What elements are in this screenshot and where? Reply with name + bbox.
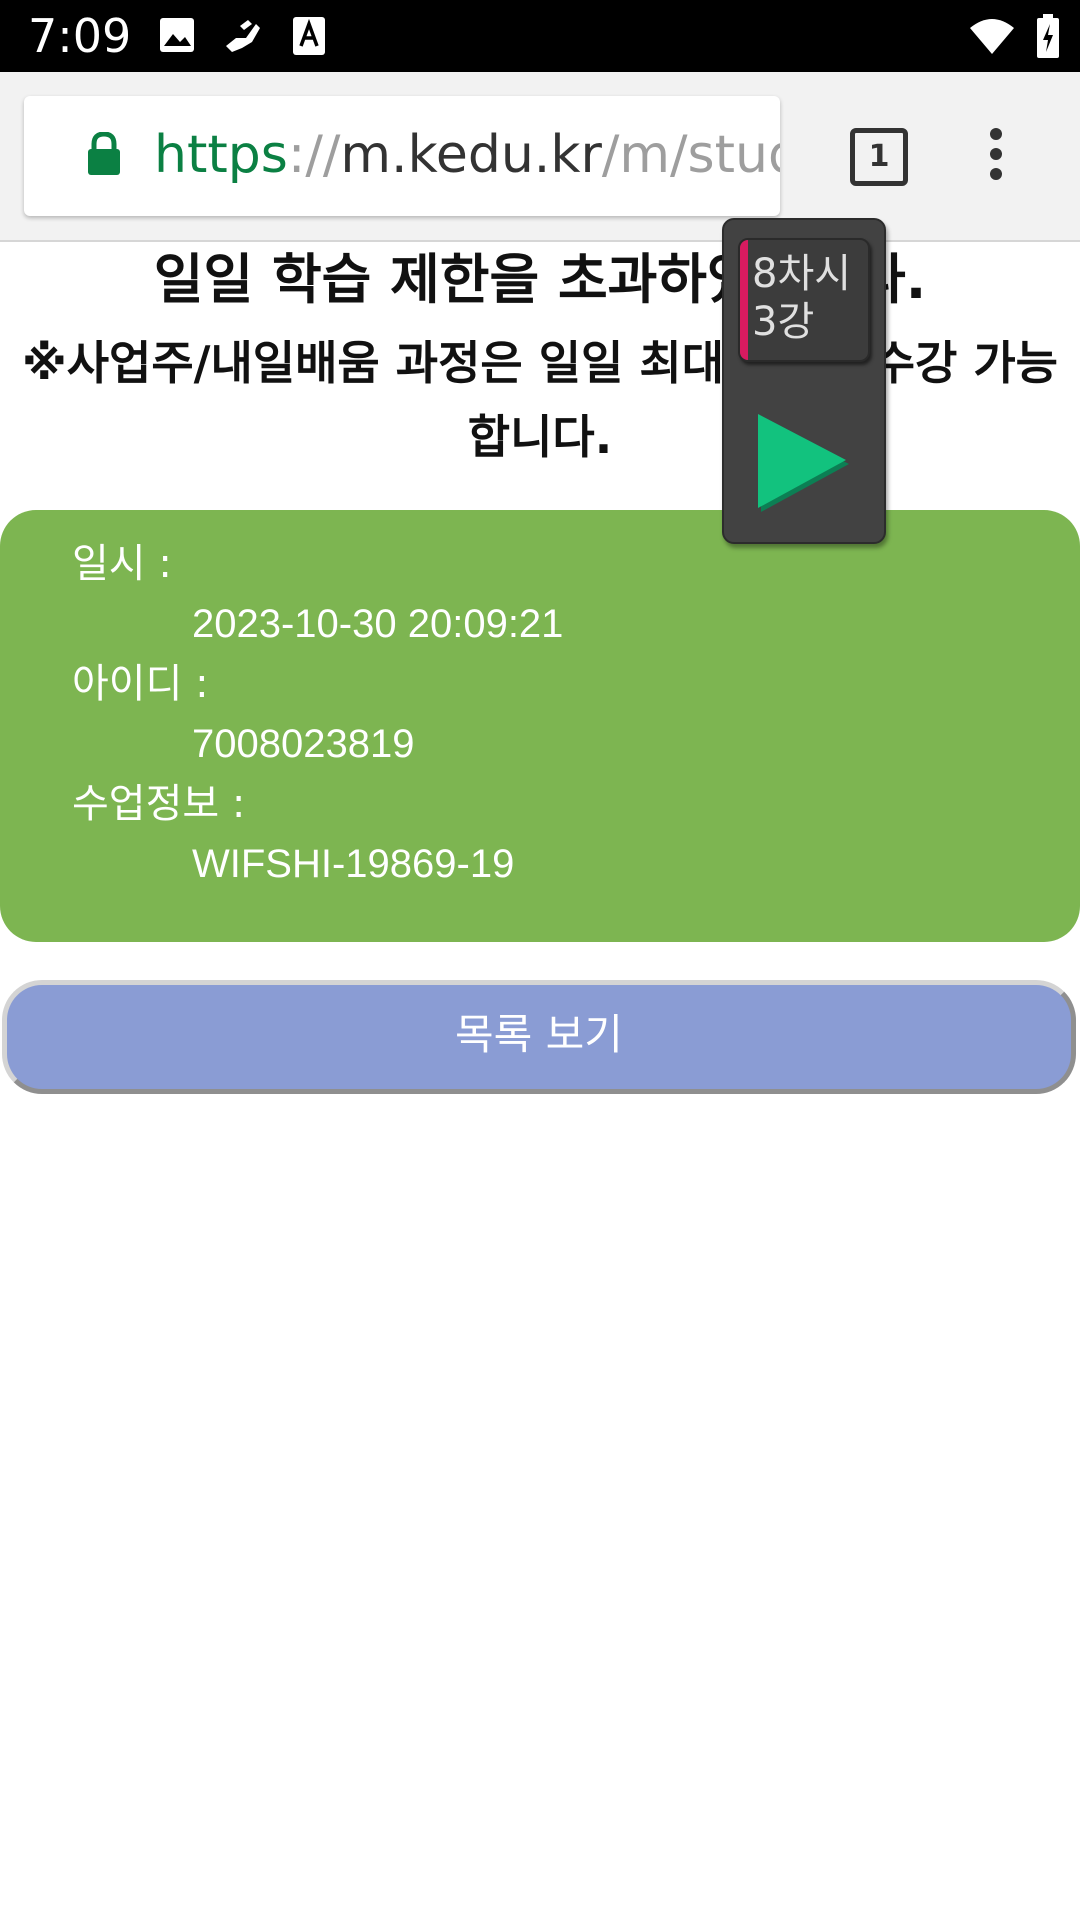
font-icon bbox=[292, 16, 326, 56]
class-info-label: 수업정보 : bbox=[72, 781, 246, 827]
lesson-accent bbox=[740, 240, 748, 360]
lock-icon bbox=[86, 131, 122, 180]
class-info-value: WIFSHI-19869-19 bbox=[192, 842, 515, 886]
image-icon bbox=[158, 16, 196, 54]
url-text[interactable]: https://m.kedu.kr/m/study bbox=[154, 122, 780, 188]
date-label: 일시 : bbox=[72, 541, 172, 587]
lesson-number: 3강 bbox=[752, 299, 815, 345]
url-path: /m/study bbox=[601, 125, 780, 185]
status-bar: 7:09 bbox=[0, 0, 1080, 72]
page-title: 일일 학습 제한을 초과하였습니다. bbox=[153, 248, 927, 311]
date-value: 2023-10-30 20:09:21 bbox=[192, 602, 564, 646]
view-list-button[interactable]: 목록 보기 bbox=[2, 980, 1076, 1094]
status-time: 7:09 bbox=[28, 9, 132, 63]
id-label: 아이디 : bbox=[72, 661, 209, 707]
hand-icon bbox=[222, 16, 264, 56]
lesson-session: 8차시 bbox=[752, 251, 852, 297]
browser-toolbar: https://m.kedu.kr/m/study 1 bbox=[0, 72, 1080, 242]
notice-line-2: 합니다. bbox=[467, 410, 613, 464]
url-host: m.kedu.kr bbox=[340, 125, 602, 185]
battery-icon bbox=[1036, 14, 1060, 58]
id-value: 7008023819 bbox=[192, 722, 415, 766]
notice-line-1: ※사업주/내일배움 과정은 일일 최대 8차시 수강 가능 bbox=[21, 336, 1058, 390]
info-card: 일시 : 2023-10-30 20:09:21 아이디 : 700802381… bbox=[0, 510, 1080, 942]
lesson-badge[interactable]: 8차시 3강 bbox=[738, 238, 870, 362]
tab-switcher-button[interactable]: 1 bbox=[850, 128, 908, 186]
play-icon[interactable] bbox=[752, 406, 852, 520]
wifi-icon bbox=[968, 16, 1016, 56]
notice-text: ※사업주/내일배움 과정은 일일 최대 8차시 수강 가능 합니다. bbox=[0, 326, 1080, 474]
overflow-menu-icon[interactable] bbox=[982, 128, 1010, 184]
address-bar[interactable]: https://m.kedu.kr/m/study bbox=[24, 96, 780, 216]
floating-player[interactable]: 8차시 3강 bbox=[722, 218, 886, 544]
url-scheme: https bbox=[154, 125, 288, 185]
url-separator: :// bbox=[287, 125, 341, 185]
